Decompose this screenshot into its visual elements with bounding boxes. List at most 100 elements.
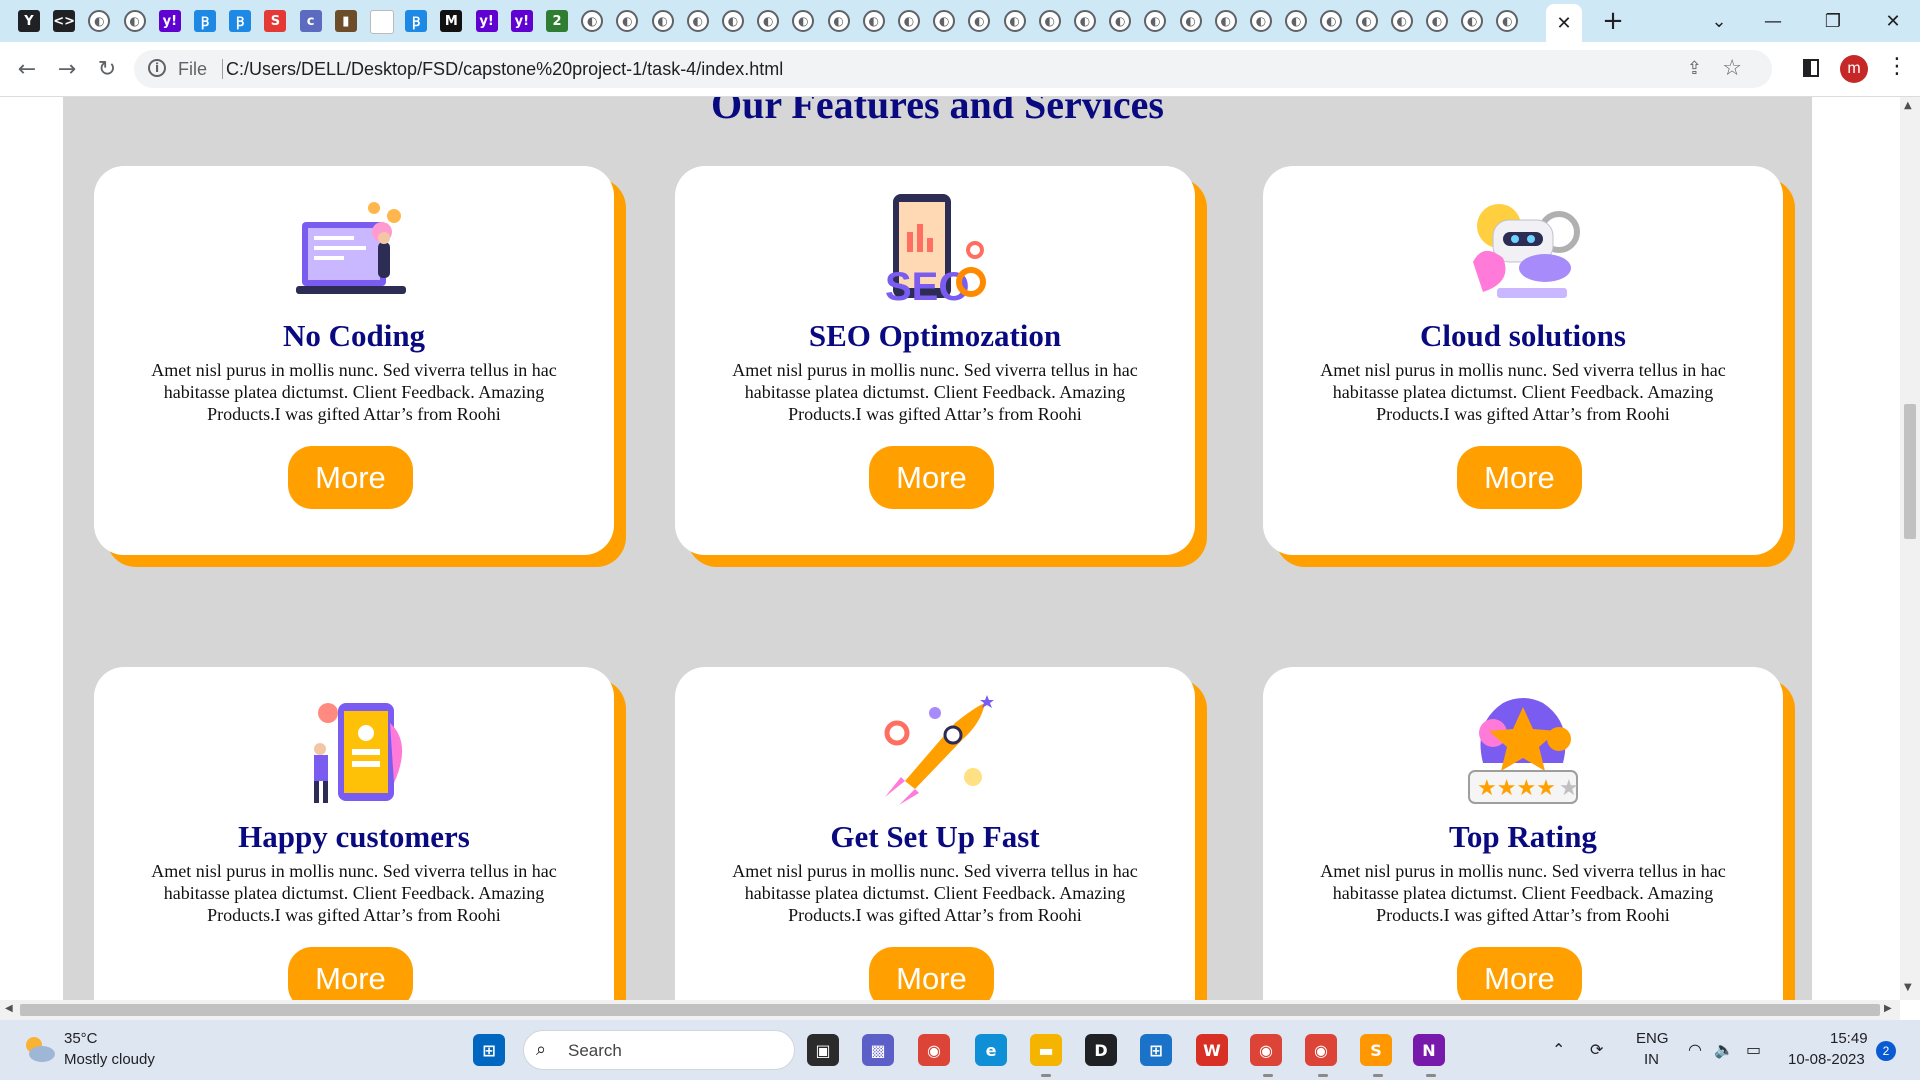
browser-menu-icon[interactable]: ⋮ bbox=[1886, 54, 1908, 79]
globe-icon[interactable]: ◐ bbox=[1461, 10, 1484, 32]
reload-button[interactable]: ↻ bbox=[92, 54, 122, 84]
sublime-text-icon[interactable]: S bbox=[1360, 1034, 1392, 1066]
globe-icon[interactable]: ◐ bbox=[968, 10, 991, 32]
globe-icon[interactable]: ◐ bbox=[651, 10, 674, 32]
more-button[interactable]: More bbox=[1457, 446, 1582, 509]
yahoo-favicon-icon[interactable]: y! bbox=[158, 10, 181, 32]
onenote-icon[interactable]: N bbox=[1413, 1034, 1445, 1066]
bluefish-favicon-icon[interactable]: Ꞵ bbox=[194, 10, 216, 32]
scroll-up-arrow-icon[interactable]: ▲ bbox=[1904, 100, 1912, 111]
new-tab-button[interactable]: + bbox=[1598, 6, 1628, 36]
globe-icon[interactable]: ◐ bbox=[1038, 10, 1061, 32]
chrome-profile-m-icon[interactable]: ◉ bbox=[1250, 1034, 1282, 1066]
globe-icon[interactable]: ◐ bbox=[1426, 10, 1448, 32]
share-icon[interactable]: ⇪ bbox=[1687, 58, 1702, 79]
clock-date[interactable]: 10-08-2023 bbox=[1788, 1051, 1865, 1068]
globe-icon[interactable]: ◐ bbox=[1179, 10, 1202, 32]
back-button[interactable]: ← bbox=[12, 54, 42, 84]
coloris-favicon-icon[interactable]: c bbox=[299, 10, 322, 32]
side-panel-icon[interactable] bbox=[1803, 59, 1819, 77]
close-tab-icon[interactable]: ✕ bbox=[1556, 13, 1571, 34]
weather-temperature[interactable]: 35°C bbox=[64, 1030, 98, 1047]
tab-search-chevron-icon[interactable]: ⌄ bbox=[1704, 6, 1734, 36]
minimize-button[interactable]: — bbox=[1758, 6, 1788, 36]
globe-icon[interactable]: ◐ bbox=[1109, 10, 1132, 32]
vertical-scrollbar[interactable]: ▲ ▼ bbox=[1900, 97, 1920, 1000]
file-explorer-icon[interactable]: ▬ bbox=[1030, 1034, 1062, 1066]
bluefish-favicon-icon[interactable]: Ꞵ bbox=[229, 10, 252, 32]
globe-icon[interactable]: ◐ bbox=[1320, 10, 1343, 32]
task-view-icon[interactable]: ▣ bbox=[807, 1034, 839, 1066]
language-indicator[interactable]: ENG bbox=[1636, 1030, 1669, 1047]
active-tab[interactable]: ✕ bbox=[1546, 4, 1582, 42]
globe-icon[interactable]: ◐ bbox=[581, 10, 604, 32]
battery-icon[interactable]: ▭ bbox=[1746, 1040, 1761, 1059]
horizontal-scrollbar[interactable]: ◀ ▶ bbox=[0, 1000, 1900, 1020]
globe-icon[interactable]: ◐ bbox=[933, 10, 956, 32]
microsoft-store-icon[interactable]: ⊞ bbox=[1140, 1034, 1172, 1066]
show-hidden-icons-chevron-icon[interactable]: ⌃ bbox=[1552, 1040, 1565, 1059]
edge-icon[interactable]: e bbox=[975, 1034, 1007, 1066]
globe-icon[interactable]: ◐ bbox=[1250, 10, 1272, 32]
bluefish-favicon-icon[interactable]: Ꞵ bbox=[405, 10, 428, 32]
globe-icon[interactable]: ◐ bbox=[1285, 10, 1308, 32]
green-badge-favicon-icon[interactable]: 2 bbox=[546, 10, 568, 32]
site-info-icon[interactable]: i bbox=[148, 59, 166, 77]
code-favicon-icon[interactable]: <> bbox=[53, 10, 76, 32]
globe-icon[interactable]: ◐ bbox=[722, 10, 744, 32]
yahoo-favicon-icon[interactable]: y! bbox=[475, 10, 498, 32]
url-text[interactable]: C:/Users/DELL/Desktop/FSD/capstone%20pro… bbox=[226, 59, 783, 80]
m-favicon-icon[interactable]: M bbox=[440, 10, 463, 32]
globe-icon[interactable]: ◐ bbox=[88, 10, 111, 32]
region-indicator[interactable]: IN bbox=[1644, 1051, 1659, 1068]
globe-icon[interactable]: ◐ bbox=[827, 10, 850, 32]
globe-icon[interactable]: ◐ bbox=[686, 10, 709, 32]
weather-description[interactable]: Mostly cloudy bbox=[64, 1051, 155, 1068]
wifi-icon[interactable]: ◠ bbox=[1688, 1040, 1702, 1059]
taskbar-search-box[interactable]: ⌕ Search bbox=[523, 1030, 795, 1070]
dell-icon[interactable]: D bbox=[1085, 1034, 1117, 1066]
globe-icon[interactable]: ◐ bbox=[1214, 10, 1237, 32]
horizontal-scroll-thumb[interactable] bbox=[20, 1004, 1880, 1016]
yelp-favicon-icon[interactable]: Y bbox=[18, 10, 40, 32]
globe-icon[interactable]: ◐ bbox=[1355, 10, 1378, 32]
globe-icon[interactable]: ◐ bbox=[1144, 10, 1167, 32]
chrome-icon[interactable]: ◉ bbox=[918, 1034, 950, 1066]
start-button[interactable]: ⊞ bbox=[473, 1034, 505, 1066]
maximize-button[interactable]: ❐ bbox=[1818, 6, 1848, 36]
profile-avatar[interactable]: m bbox=[1840, 55, 1868, 83]
wps-office-icon[interactable]: W bbox=[1196, 1034, 1228, 1066]
blank-favicon-icon[interactable] bbox=[370, 10, 394, 34]
globe-icon[interactable]: ◐ bbox=[1074, 10, 1096, 32]
globe-icon[interactable]: ◐ bbox=[792, 10, 815, 32]
forward-button[interactable]: → bbox=[52, 54, 82, 84]
globe-icon[interactable]: ◐ bbox=[123, 10, 146, 32]
close-window-button[interactable]: ✕ bbox=[1878, 6, 1908, 36]
vertical-scroll-thumb[interactable] bbox=[1904, 404, 1916, 539]
notification-badge[interactable]: 2 bbox=[1876, 1041, 1896, 1061]
globe-icon[interactable]: ◐ bbox=[862, 10, 885, 32]
globe-icon[interactable]: ◐ bbox=[757, 10, 780, 32]
more-button[interactable]: More bbox=[869, 947, 994, 1000]
globe-icon[interactable]: ◐ bbox=[1390, 10, 1413, 32]
more-button[interactable]: More bbox=[1457, 947, 1582, 1000]
more-button[interactable]: More bbox=[869, 446, 994, 509]
address-bar[interactable]: i File C:/Users/DELL/Desktop/FSD/capston… bbox=[134, 50, 1772, 88]
more-button[interactable]: More bbox=[288, 947, 413, 1000]
globe-icon[interactable]: ◐ bbox=[1496, 10, 1519, 32]
teams-chat-icon[interactable]: ▩ bbox=[862, 1034, 894, 1066]
yahoo-favicon-icon[interactable]: y! bbox=[510, 10, 533, 32]
scroll-right-arrow-icon[interactable]: ▶ bbox=[1884, 1003, 1892, 1014]
globe-icon[interactable]: ◐ bbox=[616, 10, 639, 32]
scroll-left-arrow-icon[interactable]: ◀ bbox=[5, 1003, 13, 1014]
clock-time[interactable]: 15:49 bbox=[1830, 1030, 1868, 1047]
s-favicon-icon[interactable]: S bbox=[264, 10, 287, 32]
volume-muted-icon[interactable]: 🔈 bbox=[1714, 1040, 1734, 1059]
bookmark-star-icon[interactable]: ☆ bbox=[1722, 56, 1742, 81]
chrome-icon[interactable]: ◉ bbox=[1305, 1034, 1337, 1066]
globe-icon[interactable]: ◐ bbox=[1003, 10, 1026, 32]
scroll-down-arrow-icon[interactable]: ▼ bbox=[1904, 982, 1912, 993]
sync-icon[interactable]: ⟳ bbox=[1590, 1040, 1603, 1059]
image-favicon-icon[interactable]: ▮ bbox=[334, 10, 357, 32]
globe-icon[interactable]: ◐ bbox=[898, 10, 920, 32]
